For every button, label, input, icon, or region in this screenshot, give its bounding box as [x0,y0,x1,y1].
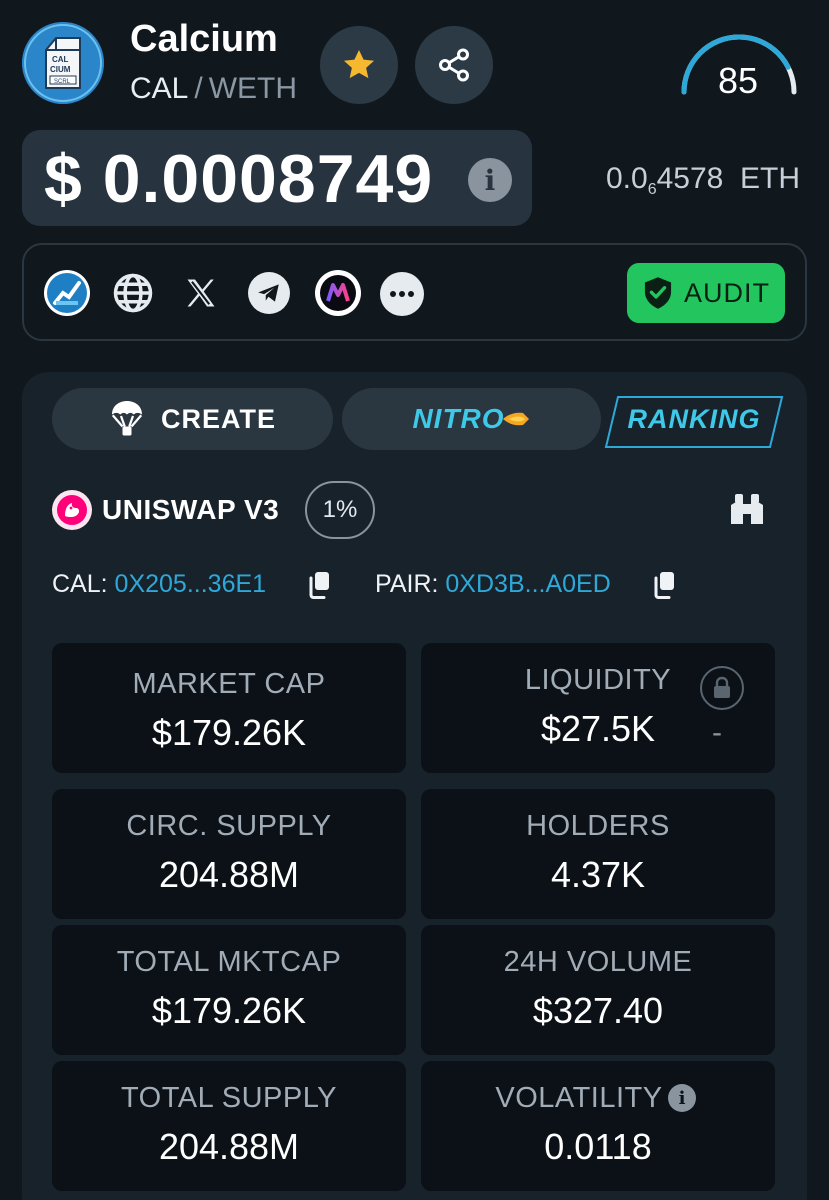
volatility-info-icon[interactable]: i [668,1084,696,1112]
share-button[interactable] [415,26,493,104]
chart-icon[interactable] [44,270,90,316]
pair-address-label: PAIR: [375,570,439,598]
eth-price-unit: ETH [740,162,801,195]
share-icon [439,48,469,82]
circ-supply-label: CIRC. SUPPLY [126,810,332,842]
telegram-icon[interactable] [248,272,290,314]
x-icon[interactable] [178,270,224,316]
dex-name: UNISWAP V3 [102,494,280,525]
pair-separator: / [194,72,203,105]
total-mktcap-value: $179.26K [151,990,307,1031]
binoculars-icon[interactable] [728,494,766,531]
holders-value: 4.37K [550,854,646,895]
pair-address: PAIR: 0XD3B...A0ED [375,570,611,599]
svg-text:CIUM: CIUM [50,65,71,74]
pair-line: CAL / WETH [130,72,297,106]
parachute-icon [111,401,143,436]
tab-nitro-label: NITRO [412,403,505,434]
market-cap-label: MARKET CAP [132,668,326,700]
total-supply-value: 204.88M [158,1126,300,1167]
eth-price-prefix: 0.0 [606,162,648,195]
eth-price-zero-count: 6 [647,181,657,198]
circ-supply-value: 204.88M [158,854,300,895]
eth-price-digits: 4578 [656,162,724,195]
star-icon [343,49,375,79]
pair-base-symbol: CAL [130,72,189,105]
favorite-button[interactable] [320,26,398,104]
pair-address-value[interactable]: 0XD3B...A0ED [445,570,610,598]
tab-ranking-label: RANKING [627,404,761,434]
usd-price: $ 0.0008749 [44,141,434,217]
holders-label: HOLDERS [526,810,670,842]
uniswap-icon [52,490,92,530]
svg-text:CAL: CAL [52,55,69,64]
lock-icon[interactable] [700,666,744,710]
audit-label: AUDIT [684,277,770,308]
total-mktcap-label: TOTAL MKTCAP [116,946,342,978]
token-address-label: CAL: [52,570,108,598]
score-value: 85 [717,60,759,101]
shield-check-icon [644,277,672,309]
pair-quote-symbol: WETH [208,72,298,105]
tab-create[interactable]: CREATE [52,388,333,450]
token-logo: CAL CIUM SCRL [22,22,104,104]
volatility-label: VOLATILITY [495,1082,663,1114]
volume-24h-label: 24H VOLUME [503,946,693,978]
liquidity-lock-value: - [712,716,722,749]
token-address-value[interactable]: 0X205...36E1 [115,570,267,598]
dextools-icon[interactable] [315,270,361,316]
fee-tier-badge: 1% [305,481,375,539]
price-info-icon[interactable]: i [468,158,512,202]
globe-icon[interactable] [110,270,156,316]
copy-token-address-icon[interactable] [307,571,331,604]
token-address: CAL: 0X205...36E1 [52,570,266,599]
flame-icon [502,412,529,426]
token-name: Calcium [130,18,278,60]
svg-text:SCRL: SCRL [54,79,71,85]
total-supply-label: TOTAL SUPPLY [120,1082,338,1114]
copy-pair-address-icon[interactable] [652,571,676,604]
audit-button[interactable]: AUDIT [627,263,785,323]
volatility-value: 0.0118 [544,1126,652,1167]
market-cap-value: $179.26K [151,712,307,753]
tab-nitro[interactable]: NITRO [342,388,601,450]
tab-create-label: CREATE [160,403,276,434]
eth-price: 0.064578 ETH [606,162,800,199]
more-icon[interactable] [380,272,424,316]
volume-24h-value: $327.40 [532,990,664,1031]
